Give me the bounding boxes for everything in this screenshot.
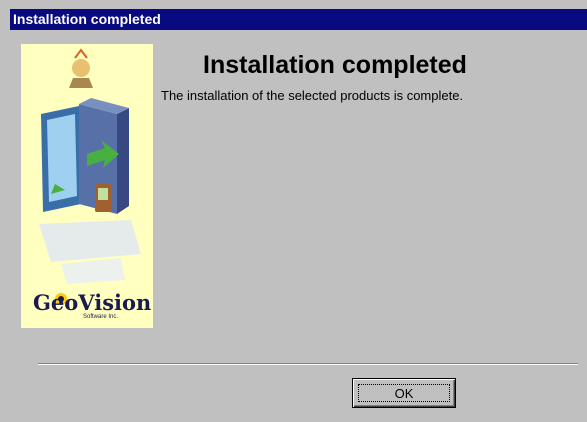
installer-window: Installation completed GeoVision Softwar… [0,0,587,422]
completion-message: The installation of the selected product… [161,88,464,103]
window-title: Installation completed [13,11,161,27]
dialog-body: GeoVision Software Inc. Installation com… [10,30,587,422]
title-bar[interactable]: Installation completed [10,9,587,30]
computer-icon [39,98,141,284]
side-banner: GeoVision Software Inc. [21,44,153,328]
logo-tagline: Software Inc. [83,314,119,320]
figure-icon [69,48,93,88]
geovision-logo: GeoVision [33,290,152,315]
ok-button-label: OK [358,384,450,402]
divider [38,363,578,365]
page-title: Installation completed [203,51,467,79]
banner-illustration [39,48,141,305]
ok-button[interactable]: OK [352,378,456,408]
